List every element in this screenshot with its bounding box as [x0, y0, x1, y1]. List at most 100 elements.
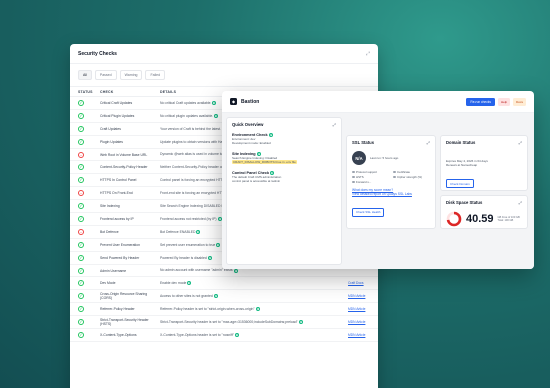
help-icon[interactable]: ? — [216, 242, 221, 247]
check-name: Send Powered By Header — [100, 255, 140, 260]
quick-overview-card: Quick Overview ⤢ Environment Check? Envi… — [226, 117, 342, 265]
check-details: No admin account with username "admin" e… — [160, 268, 348, 273]
details-text: Enable dev mode — [160, 281, 187, 286]
indexing-env-line: CRAFT_DISALLOW_ROBOTS=true in .env file — [232, 160, 297, 165]
help-icon[interactable]: ? — [207, 255, 212, 260]
details-text: Frontend access not restricted (by IP) — [160, 216, 217, 221]
help-icon[interactable]: ? — [212, 101, 217, 105]
status-cell: ✓ — [78, 306, 100, 313]
top-actions: Re-run checks Help Docs — [466, 97, 526, 106]
help-icon[interactable]: ? — [234, 333, 239, 338]
check-circle-icon: ✓ — [78, 177, 84, 184]
check-circle-icon: ✓ — [78, 267, 84, 274]
status-cell: ✓ — [78, 254, 100, 261]
environment-check: Environment Check? Environment: dev Deve… — [232, 133, 336, 146]
check-circle-icon: ✓ — [78, 112, 84, 119]
check-domain-button[interactable]: Check Domain — [446, 179, 474, 189]
help-icon[interactable]: ? — [233, 268, 238, 273]
table-row: ✓ Cross-Origin Resource Sharing (CORS) Acc… — [70, 290, 378, 304]
check-details: Enable dev mode? — [160, 281, 348, 286]
brand-name: Bastion — [241, 98, 260, 105]
check-name: Plugin Updates — [100, 139, 123, 144]
expand-icon[interactable]: ⤢ — [427, 140, 430, 145]
help-icon[interactable]: ? — [217, 217, 222, 222]
check-name: Web Root in Volume Base URL — [100, 152, 148, 157]
check-name: Critical Plugin Updates — [100, 113, 135, 118]
expand-icon[interactable]: ⤢ — [366, 51, 370, 57]
tab-passed[interactable]: Passed — [94, 70, 117, 80]
ssl-report-link[interactable]: View detailed report on Qualys SSL Labs — [352, 192, 430, 196]
help-button[interactable]: Help — [497, 97, 511, 106]
docs-link[interactable]: Craft Docs — [348, 281, 364, 285]
control-panel-check: Control Panel Check? The default Craft C… — [232, 170, 336, 184]
check-name: Critical Craft Updates — [100, 100, 133, 105]
help-icon[interactable]: ? — [298, 320, 303, 325]
tab-failed[interactable]: Failed — [145, 70, 166, 80]
details-text: Referrer-Policy header is set to "strict… — [160, 307, 255, 312]
ssl-item: Certificate — [393, 170, 430, 174]
disk-gauge-ring — [446, 211, 462, 227]
docs-link[interactable]: MDN Article — [348, 294, 365, 298]
docs-link[interactable]: MDN Article — [348, 307, 365, 311]
tab-all[interactable]: All — [78, 70, 92, 80]
rerun-checks-button[interactable]: Re-run checks — [466, 97, 495, 106]
docs-link[interactable]: MDN Article — [348, 333, 365, 337]
minus-circle-icon: – — [78, 228, 84, 235]
dashboard-body: Quick Overview ⤢ Environment Check? Envi… — [222, 113, 534, 269]
help-icon[interactable]: ? — [187, 281, 192, 286]
expand-icon[interactable]: ⤢ — [519, 140, 522, 145]
status-cell: – — [78, 151, 100, 158]
help-icon[interactable]: ? — [196, 229, 201, 234]
docs-cell: MDN Article — [348, 294, 370, 298]
details-text: Set prevent user enumeration to true — [160, 242, 216, 247]
check-details: X-Content-Type-Options header is set to … — [160, 332, 348, 338]
expand-icon[interactable]: ⤢ — [519, 200, 522, 205]
tab-warning[interactable]: Warning — [119, 70, 143, 80]
column-status: STATUS — [78, 89, 93, 94]
details-text: No critical Craft updates available. — [160, 100, 212, 105]
details-text: Site Search Engine Indexing DISABLED by — [160, 204, 226, 209]
ssl-actions: Check SSL Health — [352, 200, 430, 218]
details-text: Access to other sites is not granted — [160, 294, 213, 299]
bastion-logo-icon: ◆ — [230, 98, 237, 105]
ssl-status-card: SSL Status ⤢ N/A Last run: 5 hours ago P… — [346, 135, 436, 229]
disk-meta: GB Free of 100 GB Total: 100 GB — [498, 216, 520, 222]
check-name: Prevent User Enumeration — [100, 242, 140, 247]
minus-circle-icon: – — [78, 190, 84, 197]
check-name: Strict-Transport-Security Header (HSTS) — [100, 318, 149, 327]
disk-space-header: Disk Space Status ⤢ — [446, 200, 522, 205]
status-cell: ✓ — [78, 215, 100, 222]
check-ssl-button[interactable]: Check SSL Health — [352, 207, 385, 217]
check-name: Frontend access by IP — [100, 216, 134, 221]
details-text: Your version of Craft is behind the late… — [160, 126, 221, 131]
help-icon[interactable]: ? — [255, 307, 260, 312]
help-icon[interactable]: ? — [213, 294, 218, 299]
domain-status-title: Domain Status — [446, 140, 476, 145]
docs-cell: Craft Docs — [348, 281, 370, 285]
quick-overview-title: Quick Overview — [232, 122, 264, 127]
docs-cell: MDN Article — [348, 320, 370, 324]
details-text: X-Content-Type-Options header is set to … — [160, 332, 234, 337]
status-cell: ✓ — [78, 177, 100, 184]
expand-icon[interactable]: ⤢ — [333, 122, 336, 127]
check-circle-icon: ✓ — [78, 215, 84, 222]
docs-button[interactable]: Docs — [513, 97, 526, 106]
ssl-last-run: Last run: 5 hours ago — [370, 155, 399, 160]
table-row: ✓ Strict-Transport-Security Header (HSTS)… — [70, 316, 378, 330]
check-circle-icon: ✓ — [78, 280, 84, 287]
status-cell: ✓ — [78, 267, 100, 274]
ssl-item: Protocol support — [352, 170, 389, 174]
check-circle-icon: ✓ — [78, 164, 84, 171]
docs-link[interactable]: MDN Article — [348, 320, 365, 324]
check-circle-icon: ✓ — [78, 319, 84, 326]
disk-free-value: 40.59 — [466, 212, 494, 225]
help-icon[interactable]: ? — [214, 113, 219, 118]
check-circle-icon: ✓ — [78, 125, 84, 132]
check-circle-icon: ✓ — [78, 306, 84, 313]
help-icon[interactable]: ? — [268, 133, 273, 137]
disk-gauge: 40.59 GB Free of 100 GB Total: 100 GB — [446, 211, 522, 227]
check-name: X-Content-Type-Options — [100, 332, 137, 337]
details-text: No critical plugin updates available. — [160, 113, 214, 118]
check-name: HTTPS On Front-End — [100, 191, 133, 196]
status-cell: ✓ — [78, 99, 100, 106]
